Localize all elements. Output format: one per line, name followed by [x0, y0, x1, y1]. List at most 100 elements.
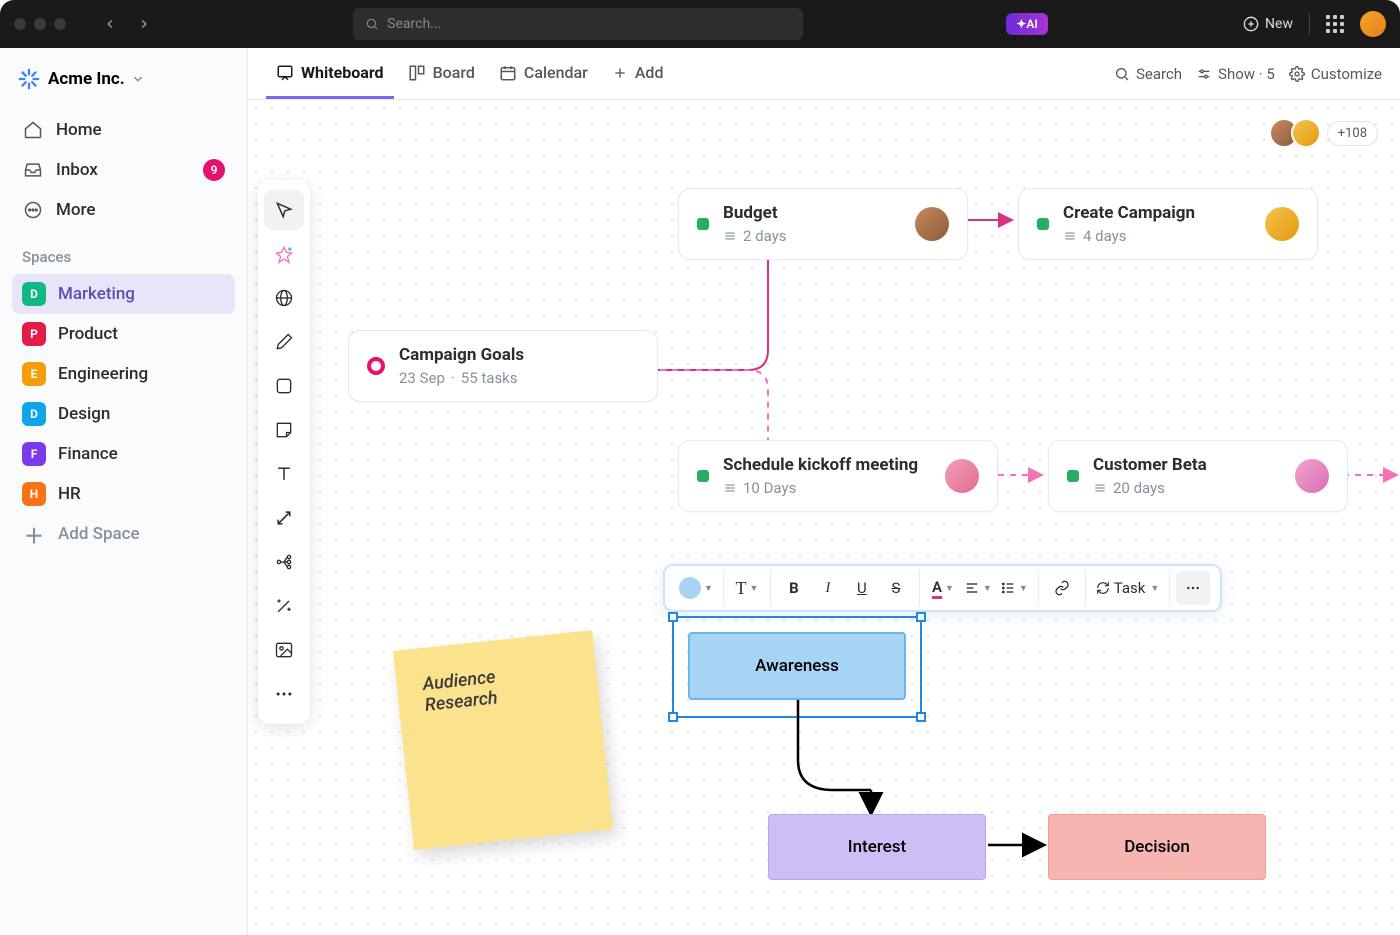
- presence-avatar[interactable]: [1291, 118, 1321, 148]
- whiteboard-canvas[interactable]: +108: [248, 100, 1400, 935]
- link-icon: [1054, 580, 1070, 596]
- tab-board[interactable]: Board: [398, 49, 485, 99]
- tool-magic[interactable]: [264, 586, 304, 626]
- space-design[interactable]: D Design: [12, 394, 235, 434]
- strike-button[interactable]: S: [879, 571, 913, 605]
- global-search[interactable]: Search...: [353, 8, 803, 40]
- more-options-button[interactable]: [1176, 571, 1210, 605]
- italic-button[interactable]: I: [811, 571, 845, 605]
- convert-task-button[interactable]: Task▼: [1092, 571, 1164, 605]
- assignee-avatar[interactable]: [915, 207, 949, 241]
- card-create-campaign[interactable]: Create Campaign 4 days: [1018, 188, 1318, 260]
- card-schedule-kickoff[interactable]: Schedule kickoff meeting 10 Days: [678, 440, 998, 512]
- bold-button[interactable]: B: [777, 571, 811, 605]
- shape-decision[interactable]: Decision: [1048, 814, 1266, 880]
- tool-text[interactable]: [264, 454, 304, 494]
- card-budget[interactable]: Budget 2 days: [678, 188, 968, 260]
- back-button[interactable]: [96, 10, 124, 38]
- tab-calendar[interactable]: Calendar: [489, 49, 598, 99]
- home-icon: [22, 119, 44, 141]
- tool-pointer[interactable]: [264, 190, 304, 230]
- ai-button[interactable]: ✦ AI: [1006, 13, 1048, 35]
- whiteboard-toolbox: [258, 180, 310, 724]
- plus-icon: [612, 65, 628, 81]
- status-square-icon: [1037, 218, 1049, 230]
- calendar-icon: [499, 64, 517, 82]
- board-icon: [408, 64, 426, 82]
- nav-inbox[interactable]: Inbox 9: [12, 150, 235, 190]
- swatch-icon: [679, 577, 701, 599]
- sidebar: Acme Inc. Home Inbox 9 More Spaces D Mar…: [0, 48, 248, 935]
- list-icon: [723, 481, 737, 495]
- tab-add-view[interactable]: Add: [602, 49, 674, 99]
- shape-awareness[interactable]: Awareness: [688, 632, 906, 700]
- assignee-avatar[interactable]: [1295, 459, 1329, 493]
- status-square-icon: [697, 470, 709, 482]
- tool-sticky[interactable]: [264, 410, 304, 450]
- space-engineering[interactable]: E Engineering: [12, 354, 235, 394]
- tab-whiteboard[interactable]: Whiteboard: [266, 49, 394, 99]
- plus-icon: ＋: [22, 522, 46, 546]
- format-toolbar: ▼ T▼ B I U S A▼ ▼ ▼: [663, 564, 1222, 612]
- view-tabs: Whiteboard Board Calendar Add Search: [248, 48, 1400, 100]
- toolbar-customize[interactable]: Customize: [1289, 65, 1382, 83]
- align-button[interactable]: ▼: [960, 571, 996, 605]
- presence-overflow[interactable]: +108: [1327, 121, 1378, 146]
- chevron-down-icon: [131, 72, 145, 86]
- fill-color-button[interactable]: ▼: [675, 571, 717, 605]
- space-marketing[interactable]: D Marketing: [12, 274, 235, 314]
- shape-interest[interactable]: Interest: [768, 814, 986, 880]
- link-button[interactable]: [1045, 571, 1079, 605]
- assignee-avatar[interactable]: [945, 459, 979, 493]
- workspace-switcher[interactable]: Acme Inc.: [12, 62, 235, 96]
- tool-mindmap[interactable]: [264, 542, 304, 582]
- sliders-icon: [1196, 66, 1212, 82]
- inbox-icon: [22, 159, 44, 181]
- space-product[interactable]: P Product: [12, 314, 235, 354]
- titlebar: Search... ✦ AI New: [0, 0, 1400, 48]
- forward-button[interactable]: [130, 10, 158, 38]
- tool-more[interactable]: [264, 674, 304, 714]
- list-button[interactable]: ▼: [996, 571, 1032, 605]
- assignee-avatar[interactable]: [1265, 207, 1299, 241]
- convert-icon: [1096, 581, 1110, 595]
- gear-icon: [1289, 66, 1305, 82]
- whiteboard-icon: [276, 64, 294, 82]
- tool-ai[interactable]: [264, 234, 304, 274]
- plus-circle-icon: [1243, 16, 1259, 32]
- inbox-badge: 9: [203, 159, 225, 181]
- workspace-name: Acme Inc.: [48, 69, 125, 89]
- sticky-note[interactable]: Audience Research: [393, 630, 613, 850]
- align-icon: [964, 580, 980, 596]
- spaces-heading: Spaces: [12, 230, 235, 274]
- space-hr[interactable]: H HR: [12, 474, 235, 514]
- tool-web[interactable]: [264, 278, 304, 318]
- toolbar-search[interactable]: Search: [1114, 65, 1182, 83]
- underline-button[interactable]: U: [845, 571, 879, 605]
- more-icon: [22, 199, 44, 221]
- status-ring-icon: [367, 357, 385, 375]
- list-icon: [1093, 481, 1107, 495]
- list-icon: [723, 229, 737, 243]
- text-color-button[interactable]: A▼: [926, 571, 960, 605]
- search-placeholder: Search...: [387, 16, 441, 32]
- tool-image[interactable]: [264, 630, 304, 670]
- card-campaign-goals[interactable]: Campaign Goals 23 Sep · 55 tasks: [348, 330, 658, 402]
- list-icon: [1063, 229, 1077, 243]
- presence-avatars: +108: [1277, 118, 1378, 148]
- nav-home[interactable]: Home: [12, 110, 235, 150]
- toolbar-show[interactable]: Show · 5: [1196, 65, 1275, 83]
- card-customer-beta[interactable]: Customer Beta 20 days: [1048, 440, 1348, 512]
- user-avatar[interactable]: [1360, 11, 1386, 37]
- new-button[interactable]: New: [1243, 16, 1293, 32]
- font-button[interactable]: T▼: [730, 571, 764, 605]
- tool-pen[interactable]: [264, 322, 304, 362]
- tool-shape[interactable]: [264, 366, 304, 406]
- nav-more[interactable]: More: [12, 190, 235, 230]
- add-space-button[interactable]: ＋ Add Space: [12, 514, 235, 554]
- search-icon: [365, 17, 379, 31]
- window-controls[interactable]: [14, 18, 66, 30]
- apps-icon[interactable]: [1326, 15, 1344, 33]
- space-finance[interactable]: F Finance: [12, 434, 235, 474]
- tool-connector[interactable]: [264, 498, 304, 538]
